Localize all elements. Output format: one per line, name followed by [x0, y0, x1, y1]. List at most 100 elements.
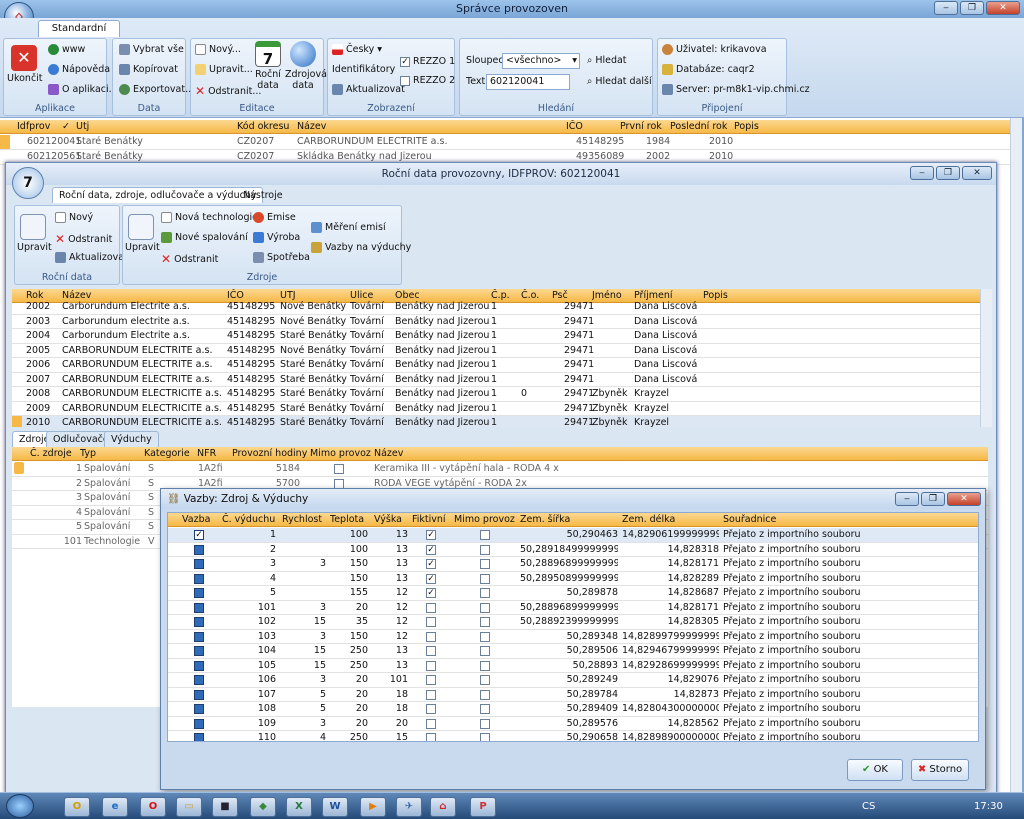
- odstranit-source-button[interactable]: ✕ Odstranit: [161, 252, 218, 266]
- col-c-vyduchu[interactable]: Č. výduchu: [222, 513, 275, 526]
- upravit-year-button[interactable]: Upravit: [17, 214, 52, 253]
- mimo-provoz-checkbox[interactable]: [480, 602, 490, 613]
- mimo-provoz-checkbox[interactable]: [480, 530, 490, 540]
- folder-icon[interactable]: ▭: [176, 797, 202, 817]
- table-row[interactable]: 602120041 Staré Benátky CZ0207 CARBORUND…: [0, 135, 1010, 150]
- minimize-button[interactable]: ‒: [910, 166, 934, 180]
- vybrat-vse-button[interactable]: Vybrat vše: [119, 44, 184, 55]
- mimo-provoz-checkbox[interactable]: [480, 675, 490, 685]
- language-dropdown[interactable]: Česky ▾: [332, 44, 382, 55]
- o-aplikaci-button[interactable]: O aplikaci...: [48, 84, 118, 95]
- col-mimo-provoz[interactable]: Mimo provoz: [454, 513, 515, 526]
- col-nazev[interactable]: Název: [297, 120, 326, 133]
- col-fiktivni[interactable]: Fiktivní: [412, 513, 446, 526]
- col-kod-okresu[interactable]: Kód okresu: [237, 120, 289, 133]
- col-popis[interactable]: Popis: [734, 120, 759, 133]
- upravit-button[interactable]: Upravit...: [195, 64, 253, 75]
- ok-button[interactable]: ✔ OK: [847, 759, 903, 781]
- fiktivni-checkbox[interactable]: [426, 718, 436, 729]
- table-row[interactable]: 2 100 13 ✓ 50,289184999999996 14,828318 Přejat…: [168, 543, 978, 557]
- table-row[interactable]: 4 150 13 ✓ 50,289508999999995 14,828289 Přejat…: [168, 572, 978, 586]
- vazba-checkbox[interactable]: ✓: [194, 530, 204, 540]
- table-row[interactable]: 2004 Carborundum Electrite a.s. 45148295 St…: [12, 329, 980, 344]
- opera-icon[interactable]: O: [140, 797, 166, 817]
- fiktivni-checkbox[interactable]: ✓: [426, 544, 436, 555]
- col-teplota[interactable]: Teplota: [330, 513, 364, 526]
- table-row[interactable]: 103 3 150 12 50,289348 14,828997999999999 Přej…: [168, 630, 978, 644]
- language-indicator[interactable]: CS: [862, 801, 875, 812]
- vazba-checkbox[interactable]: [194, 660, 204, 671]
- mimo-provoz-checkbox[interactable]: [480, 646, 490, 656]
- mimo-provoz-checkbox[interactable]: [480, 588, 490, 598]
- vazba-checkbox[interactable]: [194, 588, 204, 598]
- table-row[interactable]: 2010 CARBORUNDUM ELECTRICITE a.s. 45148295…: [12, 416, 980, 427]
- sloupec-select[interactable]: <všechno> ▾: [502, 53, 580, 69]
- table-row[interactable]: 2003 Carborundum electrite a.s. 45148295 No…: [12, 315, 980, 329]
- fiktivni-checkbox[interactable]: ✓: [426, 530, 436, 540]
- col-rychlost[interactable]: Rychlost: [282, 513, 322, 526]
- rezzo2-checkbox[interactable]: REZZO 2: [400, 75, 455, 86]
- table-row[interactable]: 3 3 150 13 ✓ 50,288968999999994 14,828171 Přeja…: [168, 557, 978, 572]
- mimo-provoz-checkbox[interactable]: [334, 478, 344, 489]
- identifikatory-button[interactable]: Identifikátory: [332, 64, 395, 75]
- vazba-checkbox[interactable]: [194, 718, 204, 729]
- spotreba-button[interactable]: Spotřeba: [253, 252, 310, 263]
- close-button[interactable]: ✕: [947, 492, 981, 506]
- novy-year-button[interactable]: Nový: [55, 212, 93, 223]
- close-button[interactable]: ✕: [962, 166, 992, 180]
- ie-icon[interactable]: e: [102, 797, 128, 817]
- napoveda-button[interactable]: Nápověda: [48, 64, 110, 75]
- nova-technologie-button[interactable]: Nová technologie: [161, 212, 258, 223]
- col-souradnice[interactable]: Souřadnice: [723, 513, 776, 526]
- fiktivni-checkbox[interactable]: [426, 733, 436, 741]
- col-idfprov[interactable]: Idfprov: [17, 120, 50, 133]
- col-utj[interactable]: Utj: [76, 120, 89, 133]
- emise-button[interactable]: Emise: [253, 212, 296, 223]
- mimo-provoz-checkbox[interactable]: [480, 631, 490, 642]
- col-kategorie[interactable]: Kategorie: [144, 447, 190, 460]
- table-row[interactable]: 104 15 250 13 50,289506 14,829467999999999 Pře…: [168, 644, 978, 659]
- table-row[interactable]: 1 Spalování S 1A2fi 5184 Keramika III - vytáp…: [12, 462, 988, 477]
- table-row[interactable]: 2007 CARBORUNDUM ELECTRITE a.s. 45148295 St…: [12, 373, 980, 387]
- col-nfr[interactable]: NFR: [197, 447, 216, 460]
- storno-button[interactable]: ✖ Storno: [911, 759, 969, 781]
- aktualizovat-button[interactable]: Aktualizovat: [332, 84, 405, 95]
- start-button[interactable]: [6, 794, 34, 818]
- mimo-provoz-checkbox[interactable]: [480, 559, 490, 569]
- mimo-provoz-checkbox[interactable]: [480, 617, 490, 627]
- fiktivni-checkbox[interactable]: ✓: [426, 573, 436, 584]
- upravit-source-button[interactable]: Upravit: [125, 214, 160, 253]
- vazba-checkbox[interactable]: [194, 646, 204, 656]
- vazba-checkbox[interactable]: [194, 559, 204, 569]
- kopirovat-button[interactable]: Kopírovat: [119, 64, 178, 75]
- table-row[interactable]: ✓ 1 100 13 ✓ 50,290463 14,8290619999999999 Přej…: [168, 528, 978, 543]
- fiktivni-checkbox[interactable]: [426, 602, 436, 613]
- fiktivni-checkbox[interactable]: [426, 646, 436, 656]
- nove-spalovani-button[interactable]: Nové spalování: [161, 232, 248, 243]
- table-row[interactable]: 109 3 20 20 50,289576 14,828562 Přejato z impo…: [168, 717, 978, 731]
- www-button[interactable]: www: [48, 44, 85, 55]
- table-row[interactable]: 2002 Carborundum Electrite a.s. 45148295 No…: [12, 300, 980, 315]
- col-zem-delka[interactable]: Zem. délka: [622, 513, 675, 526]
- mereni-emisi-button[interactable]: Měření emisí: [311, 222, 386, 233]
- mimo-provoz-checkbox[interactable]: [480, 689, 490, 700]
- app-icon[interactable]: ◆: [250, 797, 276, 817]
- col-provozni-hodiny[interactable]: Provozní hodiny: [232, 447, 307, 460]
- minimize-button[interactable]: ‒: [934, 1, 958, 15]
- mimo-provoz-checkbox[interactable]: [480, 704, 490, 714]
- novy-button[interactable]: Nový...: [195, 44, 241, 55]
- minimize-button[interactable]: ‒: [895, 492, 919, 506]
- app-icon[interactable]: ✈: [396, 797, 422, 817]
- vazba-checkbox[interactable]: [194, 544, 204, 555]
- table-row[interactable]: 108 5 20 18 50,289409 14,828043000000001 Přeja…: [168, 702, 978, 717]
- media-icon[interactable]: ▶: [360, 797, 386, 817]
- vazba-checkbox[interactable]: [194, 704, 204, 714]
- col-nazev[interactable]: Název: [374, 447, 403, 460]
- clock[interactable]: 17:30: [974, 801, 1003, 812]
- aktualizovat-year-button[interactable]: Aktualizovat: [55, 252, 128, 263]
- rezzo1-checkbox[interactable]: ✓ REZZO 1: [400, 56, 455, 67]
- years-scrollbar[interactable]: [980, 289, 992, 427]
- excel-icon[interactable]: X: [286, 797, 312, 817]
- mimo-provoz-checkbox[interactable]: [480, 544, 490, 555]
- app-icon[interactable]: ■: [212, 797, 238, 817]
